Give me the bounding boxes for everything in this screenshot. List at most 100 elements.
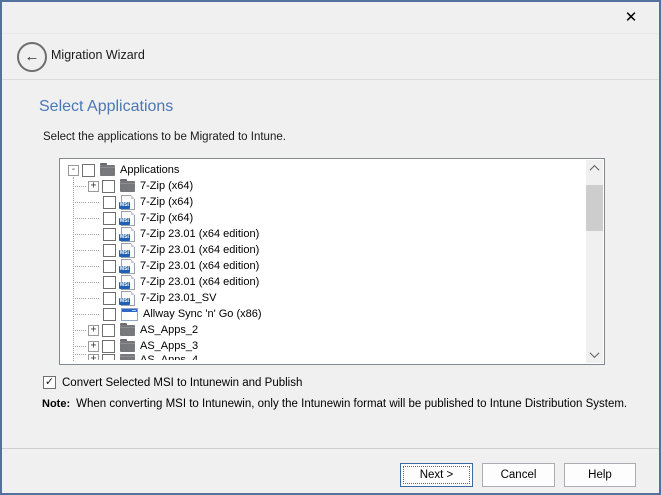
close-icon: ✕ [625,8,638,26]
tree-connector [73,314,86,315]
vertical-scrollbar[interactable] [586,160,603,363]
tree-item-label: 7-Zip 23.01 (x64 edition) [140,276,259,288]
tree-item-label: 7-Zip 23.01 (x64 edition) [140,244,259,256]
tree-item-checkbox[interactable] [103,196,116,209]
convert-checkbox-label[interactable]: Convert Selected MSI to Intunewin and Pu… [62,377,302,389]
tree-connector [73,266,86,267]
tree-item-label: AS_Apps_2 [140,324,198,336]
tree-connector [73,202,86,203]
tree-item-label: 7-Zip (x64) [140,180,193,192]
tree-item-checkbox[interactable] [103,244,116,257]
tree-row[interactable]: 7-Zip 23.01 (x64 edition) [62,258,585,274]
folder-icon [120,325,135,336]
folder-icon [120,341,135,352]
tree-connector [73,250,86,251]
tree-item-label: 7-Zip 23.01_SV [140,292,216,304]
tree-item-checkbox[interactable] [103,228,116,241]
tree-row[interactable]: 7-Zip 23.01 (x64 edition) [62,226,585,242]
msi-icon [121,211,135,226]
tree-item-label: AS_Apps_3 [140,340,198,352]
folder-icon [100,165,115,176]
scroll-up-button[interactable] [586,160,603,177]
chevron-down-icon [590,348,600,358]
expand-plus-icon[interactable]: + [88,181,99,192]
tree-item-checkbox[interactable] [102,324,115,337]
tree-row[interactable]: 7-Zip (x64) [62,194,585,210]
expander-box [88,234,99,235]
tree-connector [73,298,86,299]
msi-icon [121,259,135,274]
tree-connector [73,282,86,283]
help-button[interactable]: Help [564,463,636,487]
msi-icon [121,195,135,210]
expander-box [88,282,99,283]
tree-item-checkbox[interactable] [103,292,116,305]
tree-connector [73,354,86,355]
folder-icon [120,181,135,192]
tree-row[interactable]: 7-Zip 23.01 (x64 edition) [62,274,585,290]
tree-item-label: 7-Zip 23.01 (x64 edition) [140,228,259,240]
tree-row[interactable]: + 7-Zip (x64) [62,178,585,194]
back-arrow-icon: ← [25,49,40,64]
tree-connector [73,186,86,187]
msi-icon [121,275,135,290]
app-icon [121,308,138,321]
tree-connector [73,346,86,347]
tree-item-label: Applications [120,164,179,176]
tree-connector [73,218,86,219]
tree-item-label: AS_Apps_4 [140,354,198,360]
tree-connector [73,330,86,331]
note-body: When converting MSI to Intunewin, only t… [76,398,627,410]
scroll-down-button[interactable] [586,346,603,363]
tree-item-checkbox[interactable] [102,354,115,360]
msi-icon [121,243,135,258]
expand-plus-icon[interactable]: + [88,354,99,360]
scrollbar-thumb[interactable] [586,185,603,231]
close-button[interactable]: ✕ [615,4,647,30]
tree-row[interactable]: 7-Zip (x64) [62,210,585,226]
tree-row[interactable]: 7-Zip 23.01 (x64 edition) [62,242,585,258]
tree-item-checkbox[interactable] [103,308,116,321]
applications-listbox: - Applications + 7-Zip (x64) 7-Zip (x64)… [59,158,605,365]
expander-box [88,202,99,203]
expand-plus-icon[interactable]: + [88,341,99,352]
tree-item-checkbox[interactable] [103,212,116,225]
expander-box [88,298,99,299]
expand-plus-icon[interactable]: + [88,325,99,336]
next-button[interactable]: Next > [400,463,473,487]
tree-item-label: 7-Zip (x64) [140,196,193,208]
checkmark-icon: ✓ [45,377,54,388]
convert-checkbox[interactable]: ✓ [43,376,56,389]
chevron-up-icon [590,165,600,175]
tree-item-checkbox[interactable] [82,164,95,177]
tree-item-checkbox[interactable] [102,340,115,353]
convert-option-row: ✓ Convert Selected MSI to Intunewin and … [43,376,302,389]
cancel-button[interactable]: Cancel [482,463,555,487]
note-text: Note: When converting MSI to Intunewin, o… [42,398,627,410]
collapse-minus-icon[interactable]: - [68,165,79,176]
note-label: Note: [42,398,70,410]
tree-item-label: 7-Zip 23.01 (x64 edition) [140,260,259,272]
expander-box [88,250,99,251]
expander-box [88,218,99,219]
tree-item-checkbox[interactable] [102,180,115,193]
msi-icon [121,291,135,306]
tree-row[interactable]: 7-Zip 23.01_SV [62,290,585,306]
tree-item-checkbox[interactable] [103,260,116,273]
tree-row[interactable]: - Applications [62,162,585,178]
instruction-text: Select the applications to be Migrated t… [43,131,286,143]
tree-row[interactable]: + AS_Apps_2 [62,322,585,338]
wizard-title: Migration Wizard [51,48,145,62]
tree-item-label: Allway Sync 'n' Go (x86) [143,308,262,320]
folder-icon [120,354,135,360]
button-bar-separator [2,448,659,449]
expander-box [88,266,99,267]
wizard-header: ← Migration Wizard [2,34,659,80]
tree-item-checkbox[interactable] [103,276,116,289]
migration-wizard-window: ✕ ← Migration Wizard Select Applications… [0,0,661,495]
tree-row[interactable]: + AS_Apps_3 [62,338,585,354]
back-button[interactable]: ← [17,42,47,72]
tree-item-label: 7-Zip (x64) [140,212,193,224]
tree-row[interactable]: Allway Sync 'n' Go (x86) [62,306,585,322]
tree-row[interactable]: + AS_Apps_4 [62,354,585,360]
